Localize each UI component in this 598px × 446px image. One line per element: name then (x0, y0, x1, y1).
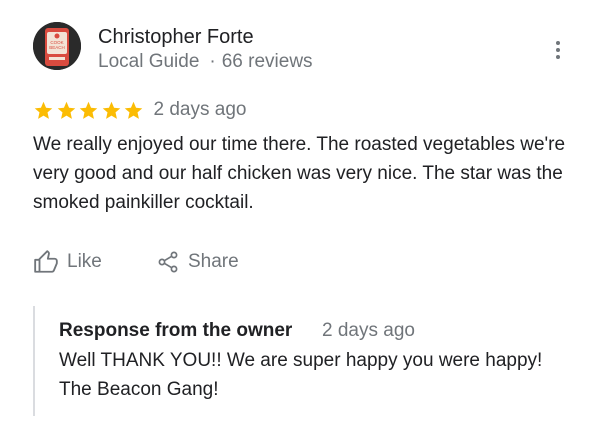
reviews-count: 66 reviews (221, 51, 313, 72)
more-vert-icon[interactable] (549, 38, 567, 62)
star-icon (102, 101, 120, 119)
svg-text:BEACH: BEACH (49, 45, 65, 50)
thumb-up-icon (34, 250, 58, 273)
star-icon (57, 101, 75, 119)
owner-response-text: Well THANK YOU!! We are super happy you … (59, 350, 543, 400)
reviewer-name[interactable]: Christopher Forte (98, 26, 254, 49)
star-icon (124, 101, 143, 119)
share-icon (158, 251, 178, 273)
review-text: We really enjoyed our time there. The ro… (33, 134, 566, 213)
owner-response: Response from the owner 2 days ago Well … (33, 306, 565, 416)
review-date: 2 days ago (153, 99, 247, 120)
share-label: Share (188, 251, 239, 272)
rating-row: 2 days ago (33, 98, 246, 122)
like-button[interactable]: Like (33, 247, 102, 277)
owner-response-date: 2 days ago (322, 320, 415, 341)
avatar[interactable]: COOK BEACH (33, 22, 81, 70)
owner-response-title: Response from the owner (59, 320, 293, 341)
star-icon (34, 101, 53, 119)
share-button[interactable]: Share (156, 247, 239, 277)
star-rating (33, 100, 146, 121)
meta-separator: · (209, 51, 216, 72)
like-label: Like (67, 251, 102, 272)
reviewer-meta: Local Guide · 66 reviews (98, 51, 313, 73)
avatar-image: COOK BEACH (33, 22, 81, 70)
review-card: COOK BEACH Christopher Forte Local Guide… (0, 0, 598, 446)
local-guide-badge: Local Guide (98, 51, 200, 72)
star-icon (79, 101, 98, 119)
